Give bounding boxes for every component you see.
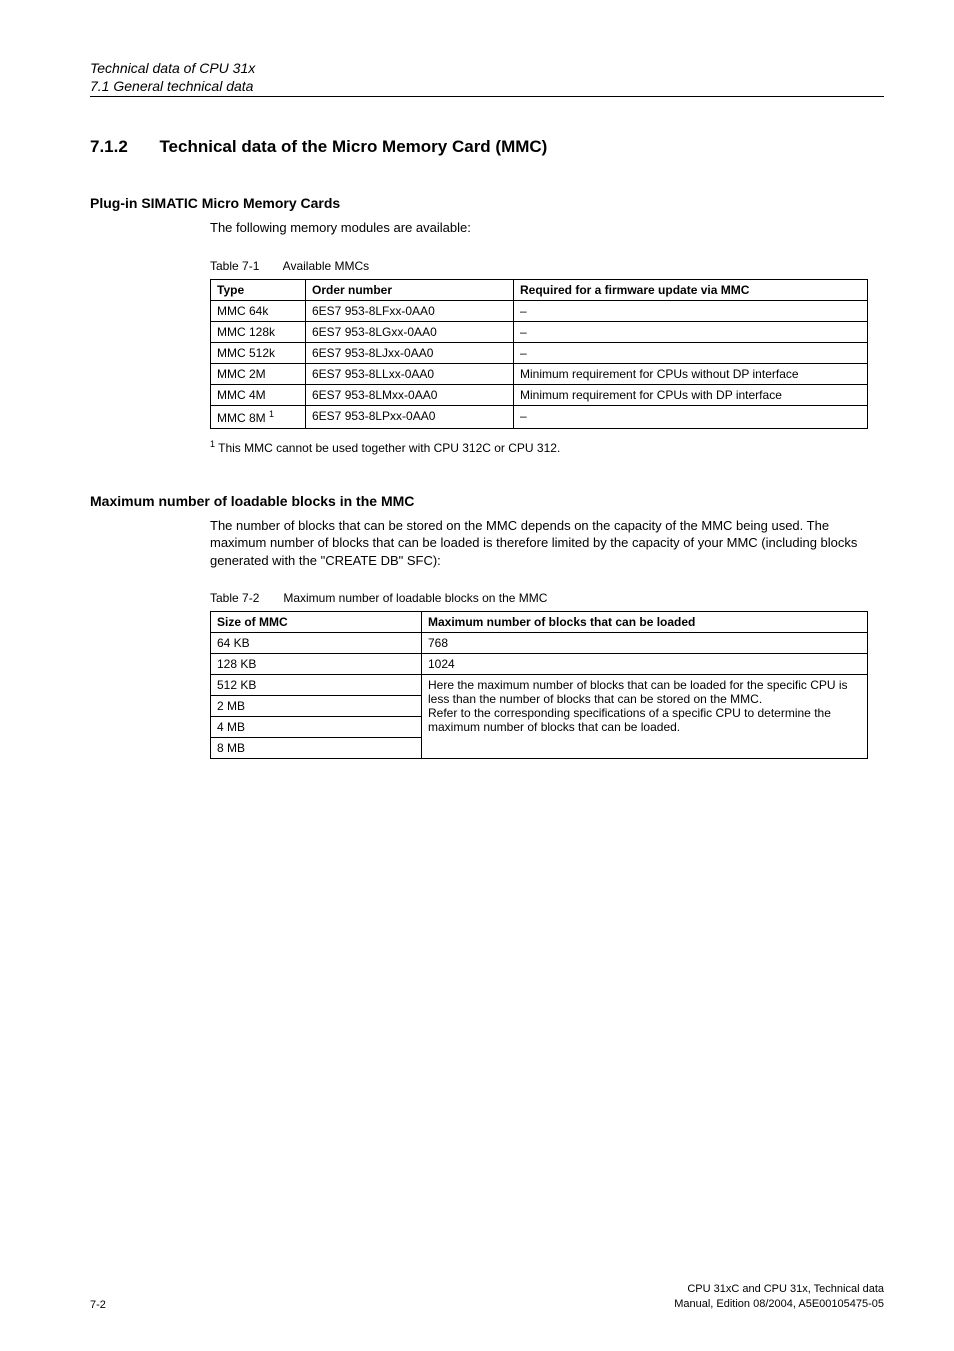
table-row: MMC 512k 6ES7 953-8LJxx-0AA0 –	[211, 342, 868, 363]
intro-text-1: The following memory modules are availab…	[210, 219, 884, 237]
footer-line2: Manual, Edition 08/2004, A5E00105475-05	[674, 1298, 884, 1310]
cell-req: –	[514, 342, 868, 363]
cell-size: 4 MB	[211, 717, 422, 738]
table-row: MMC 8M 1 6ES7 953-8LPxx-0AA0 –	[211, 405, 868, 428]
cell-order: 6ES7 953-8LPxx-0AA0	[306, 405, 514, 428]
table-1-caption-text: Available MMCs	[283, 259, 369, 273]
cell-req: Minimum requirement for CPUs with DP int…	[514, 384, 868, 405]
table-row: 64 KB 768	[211, 633, 868, 654]
cell-val: 768	[422, 633, 868, 654]
running-header-chapter: Technical data of CPU 31x	[90, 60, 884, 76]
table-max-blocks: Size of MMC Maximum number of blocks tha…	[210, 611, 868, 759]
cell-size: 2 MB	[211, 696, 422, 717]
table-1-caption: Table 7-1 Available MMCs	[210, 259, 884, 273]
cell-type: MMC 4M	[211, 384, 306, 405]
cell-order: 6ES7 953-8LJxx-0AA0	[306, 342, 514, 363]
subheading-plugin-mmc: Plug-in SIMATIC Micro Memory Cards	[90, 195, 884, 211]
table-row: 512 KB Here the maximum number of blocks…	[211, 675, 868, 696]
cell-size: 512 KB	[211, 675, 422, 696]
cell-type: MMC 512k	[211, 342, 306, 363]
table-row: MMC 64k 6ES7 953-8LFxx-0AA0 –	[211, 300, 868, 321]
table-row: MMC 2M 6ES7 953-8LLxx-0AA0 Minimum requi…	[211, 363, 868, 384]
merged-line1: Here the maximum number of blocks that c…	[428, 678, 848, 706]
cell-order: 6ES7 953-8LFxx-0AA0	[306, 300, 514, 321]
page-number: 7-2	[90, 1299, 106, 1311]
cell-order: 6ES7 953-8LMxx-0AA0	[306, 384, 514, 405]
footnote-ref: 1	[269, 409, 274, 419]
cell-order: 6ES7 953-8LGxx-0AA0	[306, 321, 514, 342]
table-2-caption-text: Maximum number of loadable blocks on the…	[283, 591, 547, 605]
cell-merged-note: Here the maximum number of blocks that c…	[422, 675, 868, 759]
merged-line2: Refer to the corresponding specification…	[428, 706, 831, 734]
cell-type: MMC 64k	[211, 300, 306, 321]
section-number: 7.1.2	[90, 137, 128, 157]
table-row: Size of MMC Maximum number of blocks tha…	[211, 612, 868, 633]
cell-val: 1024	[422, 654, 868, 675]
table-row: MMC 4M 6ES7 953-8LMxx-0AA0 Minimum requi…	[211, 384, 868, 405]
th-type: Type	[211, 279, 306, 300]
cell-req: –	[514, 321, 868, 342]
cell-type: MMC 8M 1	[211, 405, 306, 428]
cell-req: Minimum requirement for CPUs without DP …	[514, 363, 868, 384]
cell-size: 128 KB	[211, 654, 422, 675]
section-heading: 7.1.2 Technical data of the Micro Memory…	[90, 137, 884, 157]
th-order: Order number	[306, 279, 514, 300]
cell-size: 8 MB	[211, 738, 422, 759]
th-required: Required for a firmware update via MMC	[514, 279, 868, 300]
subheading-max-blocks: Maximum number of loadable blocks in the…	[90, 493, 884, 509]
footer-doc-info: CPU 31xC and CPU 31x, Technical data Man…	[674, 1282, 884, 1311]
th-max-blocks: Maximum number of blocks that can be loa…	[422, 612, 868, 633]
table-1-footnote: 1 This MMC cannot be used together with …	[210, 439, 884, 455]
table-row: 128 KB 1024	[211, 654, 868, 675]
cell-type: MMC 2M	[211, 363, 306, 384]
cell-order: 6ES7 953-8LLxx-0AA0	[306, 363, 514, 384]
th-size: Size of MMC	[211, 612, 422, 633]
table-1-label: Table 7-1	[210, 259, 280, 273]
table-row: MMC 128k 6ES7 953-8LGxx-0AA0 –	[211, 321, 868, 342]
cell-size: 64 KB	[211, 633, 422, 654]
table-row: Type Order number Required for a firmwar…	[211, 279, 868, 300]
footer-line1: CPU 31xC and CPU 31x, Technical data	[687, 1283, 884, 1295]
table-2-caption: Table 7-2 Maximum number of loadable blo…	[210, 591, 884, 605]
running-header-section: 7.1 General technical data	[90, 78, 884, 97]
footnote-text: This MMC cannot be used together with CP…	[215, 441, 560, 455]
section-title: Technical data of the Micro Memory Card …	[159, 137, 547, 157]
table-available-mmcs: Type Order number Required for a firmwar…	[210, 279, 868, 429]
cell-req: –	[514, 300, 868, 321]
cell-type: MMC 128k	[211, 321, 306, 342]
table-2-label: Table 7-2	[210, 591, 280, 605]
cell-req: –	[514, 405, 868, 428]
intro-text-2: The number of blocks that can be stored …	[210, 517, 884, 570]
